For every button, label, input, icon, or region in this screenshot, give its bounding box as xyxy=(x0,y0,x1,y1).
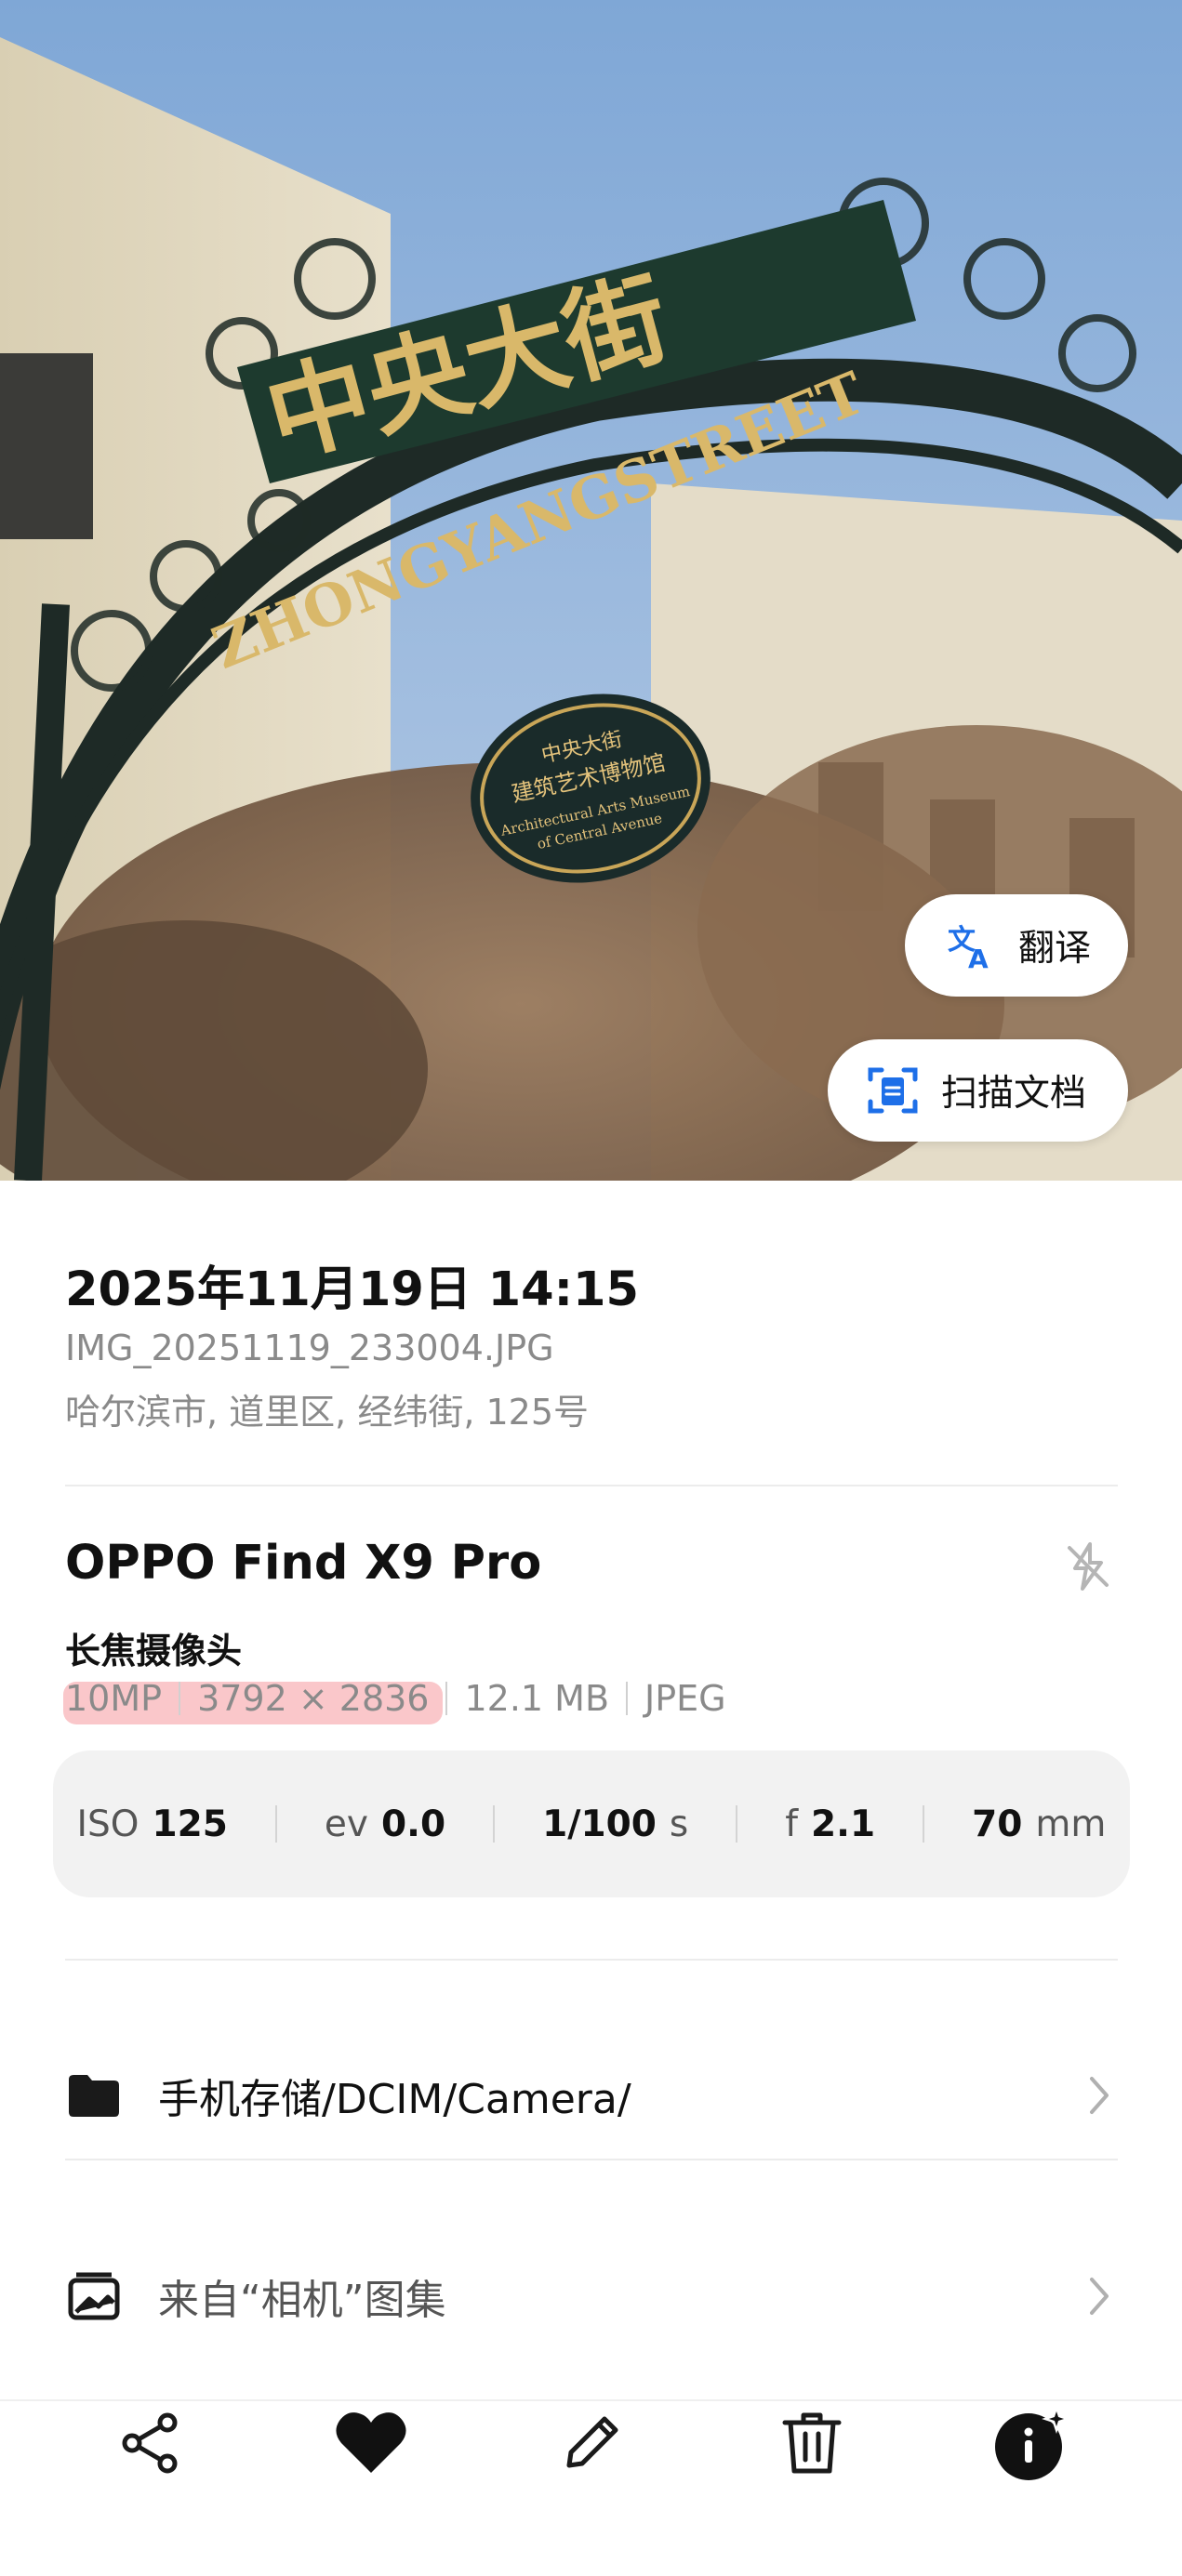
photo-location[interactable]: 哈尔滨市, 道里区, 经纬街, 125号 xyxy=(65,1383,589,1434)
heart-icon xyxy=(334,2410,408,2480)
file-name: IMG_20251119_233004.JPG xyxy=(65,1328,554,1368)
favorite-button[interactable] xyxy=(329,2403,413,2487)
folder-icon xyxy=(65,2067,123,2124)
exif-ev: ev 0.0 xyxy=(325,1803,445,1845)
ev-value: 0.0 xyxy=(381,1803,446,1845)
photo-preview[interactable]: 中央大街 ZHONGYANGSTREET 中央大街 建筑艺术博物馆 Archit… xyxy=(0,0,1182,1181)
share-button[interactable] xyxy=(109,2403,193,2487)
exif-separator xyxy=(923,1805,925,1843)
album-icon xyxy=(65,2267,123,2325)
exif-aperture: f 2.1 xyxy=(785,1803,875,1845)
image-specs: 10MP 3792 × 2836 12.1 MB JPEG xyxy=(65,1678,726,1719)
focal-value: 70 xyxy=(972,1803,1023,1845)
divider xyxy=(65,2159,1118,2160)
exif-iso: ISO 125 xyxy=(77,1803,228,1845)
translate-icon: 文 A xyxy=(940,916,1000,975)
storage-path-label: 手机存储/DCIM/Camera/ xyxy=(158,2076,631,2123)
album-label: 来自“相机”图集 xyxy=(158,2277,446,2324)
delete-button[interactable] xyxy=(770,2403,854,2487)
shutter-value: 1/100 xyxy=(542,1803,657,1845)
edit-icon xyxy=(558,2410,625,2480)
storage-path-row[interactable]: 手机存储/DCIM/Camera/ xyxy=(65,2044,1118,2147)
lens-name: 长焦摄像头 xyxy=(65,1631,243,1671)
exif-shutter: 1/100 s xyxy=(542,1803,688,1845)
exif-focal-length: 70 mm xyxy=(972,1803,1106,1845)
chevron-right-icon xyxy=(1081,2067,1118,2123)
ev-label: ev xyxy=(324,1803,368,1845)
exif-separator xyxy=(274,1805,277,1843)
scan-document-icon xyxy=(863,1061,923,1120)
scan-document-label: 扫描文档 xyxy=(941,1073,1087,1115)
exif-separator xyxy=(493,1805,496,1843)
photo-datetime: 2025年11月19日 14:15 xyxy=(65,1262,639,1317)
focal-unit: mm xyxy=(1035,1803,1107,1845)
spec-separator xyxy=(445,1682,448,1715)
spec-separator xyxy=(626,1682,629,1715)
aperture-label: f xyxy=(785,1803,799,1845)
exif-separator xyxy=(736,1805,738,1843)
flash-off-icon xyxy=(1060,1539,1116,1594)
translate-button[interactable]: 文 A 翻译 xyxy=(905,894,1128,997)
share-icon xyxy=(117,2410,184,2480)
image-dimensions: 3792 × 2836 xyxy=(197,1678,430,1719)
edit-button[interactable] xyxy=(550,2403,633,2487)
exif-bar: ISO 125 ev 0.0 1/100 s f 2.1 70 mm xyxy=(53,1750,1130,1897)
info-button[interactable] xyxy=(990,2403,1074,2487)
shutter-unit: s xyxy=(669,1803,689,1845)
spec-separator xyxy=(179,1682,181,1715)
translate-label: 翻译 xyxy=(1018,928,1092,970)
delete-icon xyxy=(781,2410,843,2480)
device-model: OPPO Find X9 Pro xyxy=(65,1536,542,1591)
file-size: 12.1 MB xyxy=(464,1678,610,1719)
photo-image: 中央大街 ZHONGYANGSTREET 中央大街 建筑艺术博物馆 Archit… xyxy=(0,0,1182,1181)
divider xyxy=(65,1485,1118,1486)
file-format: JPEG xyxy=(644,1678,726,1719)
iso-label: ISO xyxy=(76,1803,139,1845)
album-row[interactable]: 来自“相机”图集 xyxy=(65,2245,1118,2347)
toolbar-divider xyxy=(0,2399,1182,2401)
info-icon xyxy=(993,2404,1071,2486)
divider xyxy=(65,1959,1118,1961)
details-panel: 2025年11月19日 14:15 IMG_20251119_233004.JP… xyxy=(0,1181,1182,2576)
iso-value: 125 xyxy=(152,1803,228,1845)
aperture-value: 2.1 xyxy=(811,1803,876,1845)
svg-text:A: A xyxy=(968,944,989,971)
scan-document-button[interactable]: 扫描文档 xyxy=(828,1039,1128,1142)
chevron-right-icon xyxy=(1081,2268,1118,2324)
resolution-mp: 10MP xyxy=(65,1678,163,1719)
